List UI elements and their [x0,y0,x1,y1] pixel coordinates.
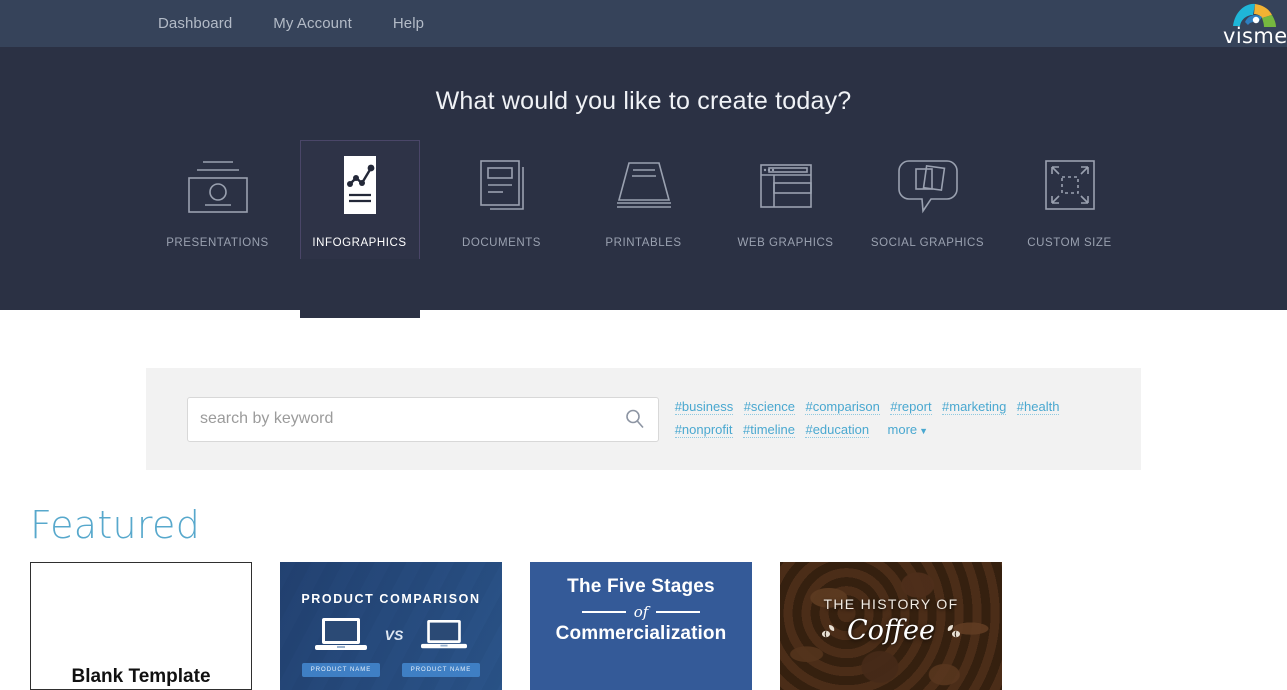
tag-nonprofit[interactable]: #nonprofit [674,422,733,438]
tag-comparison[interactable]: #comparison [805,399,880,415]
resize-arrows-icon [1011,153,1129,219]
visme-logo-text: visme [1223,24,1287,48]
category-presentations[interactable]: PRESENTATIONS [158,140,278,260]
category-printables[interactable]: PRINTABLES [584,140,704,260]
nav-links: Dashboard My Account Help [158,15,465,32]
category-custom-size[interactable]: CUSTOM SIZE [1010,140,1130,260]
template-card-coffee-history[interactable]: THE HISTORY OF Coffee [780,562,1002,690]
tag-education[interactable]: #education [805,422,870,438]
speech-bubble-photos-icon [869,153,987,219]
browser-window-icon [727,153,845,219]
search-input[interactable] [188,397,658,441]
chevron-down-icon: ▼ [919,426,929,436]
nav-link-dashboard[interactable]: Dashboard [158,15,232,32]
search-panel: #business #science #comparison #report #… [146,368,1141,470]
more-label: more [887,422,918,437]
template-title-line1: The Five Stages [567,576,715,597]
tag-health[interactable]: #health [1016,399,1060,415]
top-navigation-bar: Dashboard My Account Help visme [0,0,1287,47]
visme-logo[interactable]: visme [1223,2,1287,47]
decorative-rule: of [530,603,752,621]
vs-label: VS [384,627,404,643]
template-card-blank[interactable]: Blank Template [30,562,252,690]
template-title-line2: Coffee [846,615,935,646]
category-documents[interactable]: DOCUMENTS [442,140,562,260]
template-title-line1: THE HISTORY OF [823,596,959,612]
template-title-connector: of [633,603,649,621]
active-tab-indicator [299,259,420,318]
category-label: WEB GRAPHICS [737,237,834,249]
template-title-line2: Commercialization [555,623,727,644]
hero-section: What would you like to create today? PRE… [0,47,1287,318]
coffee-title-row: Coffee [780,615,1002,646]
featured-card-list: Blank Template PRODUCT COMPARISON VS PRO… [30,562,1287,690]
laptop-comparison-graphic: VS [280,616,502,654]
category-label: INFOGRAPHICS [312,237,407,249]
category-label: PRINTABLES [605,237,682,249]
rule-left [581,611,626,613]
coffee-leaf-icon-left [821,624,835,637]
laptop-icon-right [421,619,468,649]
tag-science[interactable]: #science [743,399,796,415]
laptop-icon-left [314,618,367,650]
documents-pages-icon [443,153,561,219]
tag-marketing[interactable]: #marketing [942,399,1007,415]
page-title: What would you like to create today? [435,87,852,115]
featured-heading: Featured [30,503,201,547]
category-label: SOCIAL GRAPHICS [870,237,985,249]
category-label: PRESENTATIONS [166,237,269,249]
more-tags-button[interactable]: more ▼ [888,422,929,437]
category-infographics[interactable]: INFOGRAPHICS [299,140,420,318]
coffee-leaf-icon-right [947,624,960,637]
category-selector: PRESENTATIONS INFOGRAPHICS DOCUMENTS PRI… [0,140,1287,318]
category-label: CUSTOM SIZE [1027,237,1112,249]
category-social-graphics[interactable]: SOCIAL GRAPHICS [868,140,988,260]
product-name-buttons: PRODUCT NAME PRODUCT NAME [280,663,502,677]
printable-page-icon [585,153,703,219]
search-icon[interactable] [624,409,645,430]
category-web-graphics[interactable]: WEB GRAPHICS [726,140,846,260]
tag-list: #business #science #comparison #report #… [674,395,1100,443]
template-card-product-comparison[interactable]: PRODUCT COMPARISON VS PRODUCT NAME PRODU… [280,562,502,690]
presentation-slide-icon [159,153,277,219]
template-title: Blank Template [71,666,211,687]
template-card-five-stages[interactable]: The Five Stages of Commercialization [530,562,752,690]
search-box[interactable] [187,396,659,442]
product-name-button-right[interactable]: PRODUCT NAME [402,663,480,677]
template-title: PRODUCT COMPARISON [301,592,481,606]
tag-timeline[interactable]: #timeline [742,422,796,438]
tag-report[interactable]: #report [890,399,932,415]
infographic-chart-icon [301,153,419,219]
rule-right [656,611,701,613]
main-content: #business #science #comparison #report #… [0,368,1287,690]
nav-link-my-account[interactable]: My Account [273,15,352,32]
nav-link-help[interactable]: Help [393,15,424,32]
product-name-button-left[interactable]: PRODUCT NAME [302,663,380,677]
category-label: DOCUMENTS [461,237,542,249]
tag-business[interactable]: #business [674,399,734,415]
